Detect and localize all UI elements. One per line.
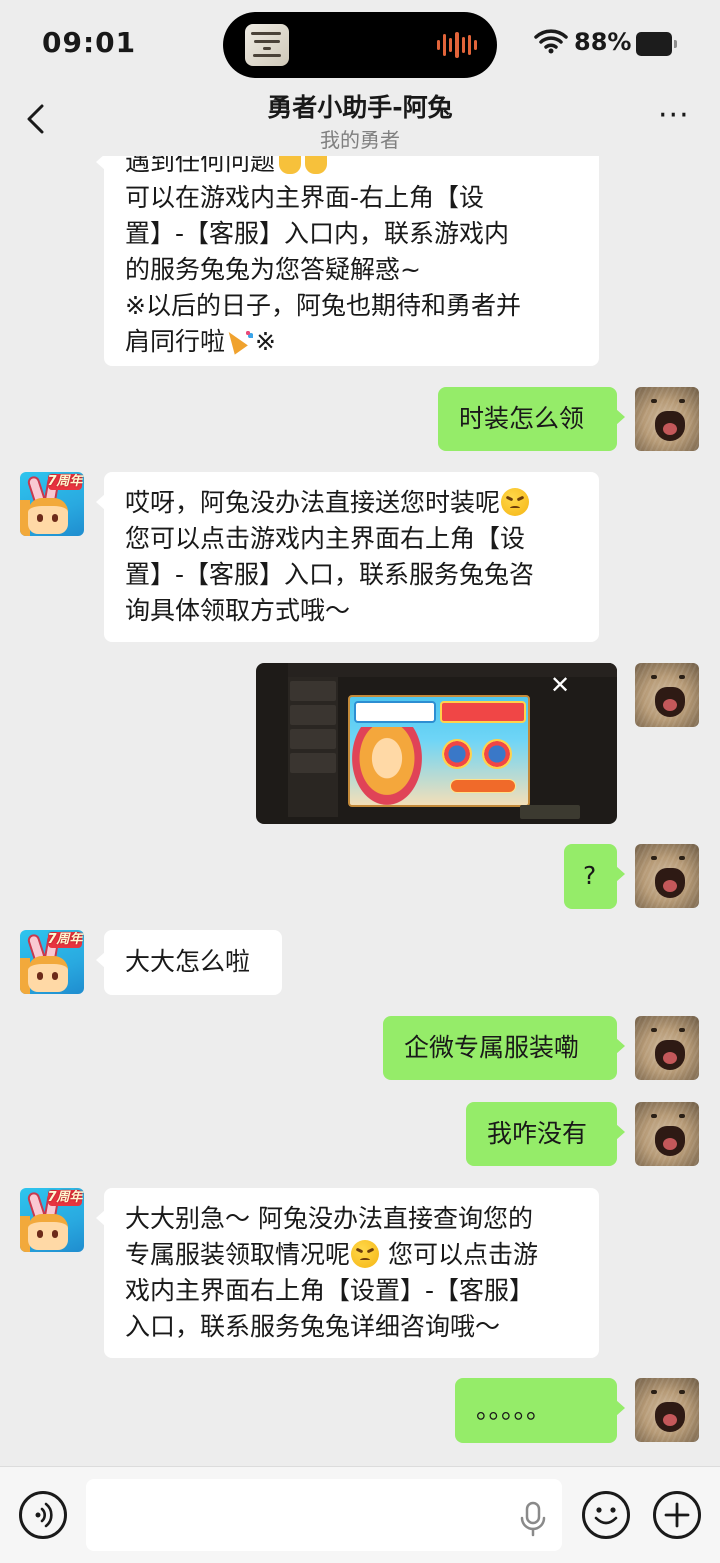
- status-time: 09:01: [42, 26, 137, 59]
- user-avatar[interactable]: [635, 387, 699, 451]
- message-text: 的服务兔兔为您答疑解惑~: [125, 255, 421, 284]
- anniversary-badge: 7周年: [47, 474, 83, 489]
- status-bar: 09:01 88%: [0, 0, 720, 88]
- user-avatar[interactable]: [635, 844, 699, 908]
- voice-input-button[interactable]: [19, 1491, 67, 1539]
- message-text: 戏内主界面右上角【设置】-【客服】: [125, 1276, 535, 1305]
- message-text: 肩同行啦 ※: [125, 326, 276, 356]
- message-text: 置】-【客服】入口，联系服务兔兔咨: [125, 560, 535, 589]
- message-text: 入口，联系服务兔兔详细咨询哦～: [125, 1312, 501, 1341]
- bot-avatar[interactable]: 7周年: [20, 930, 84, 994]
- hand-emoji-icon: [305, 156, 328, 174]
- message-text: 询具体领取方式哦～: [125, 596, 351, 625]
- now-playing-artwork-icon: [245, 24, 289, 66]
- message-bubble-user[interactable]: 企微专属服装嘞: [383, 1016, 625, 1080]
- anniversary-badge: 7周年: [47, 1190, 83, 1205]
- voice-icon: [35, 1502, 53, 1528]
- user-avatar[interactable]: [635, 1378, 699, 1442]
- battery-icon: [636, 32, 677, 56]
- wifi-icon: [534, 29, 568, 54]
- game-screenshot-icon: [348, 695, 530, 807]
- user-avatar[interactable]: [635, 1016, 699, 1080]
- message-bubble-user[interactable]: 我咋没有: [466, 1102, 625, 1166]
- message-text: 企微专属服装嘞: [404, 1033, 580, 1062]
- message-input[interactable]: [86, 1479, 562, 1551]
- emoji-button[interactable]: [582, 1491, 630, 1539]
- frustrated-face-emoji-icon: [351, 1240, 380, 1268]
- hand-emoji-icon: [279, 156, 302, 174]
- battery-percentage: 88%: [574, 28, 632, 56]
- message-text: 置】-【客服】入口内，联系游戏内: [125, 219, 510, 248]
- image-message[interactable]: ✕: [256, 663, 617, 824]
- anniversary-badge: 7周年: [47, 932, 83, 947]
- more-functions-button[interactable]: [653, 1491, 701, 1539]
- message-bubble-bot[interactable]: 大大别急～ 阿兔没办法直接查询您的 专属服装领取情况呢 您可以点击游 戏内主界面…: [96, 1188, 599, 1358]
- message-bubble-bot[interactable]: 遇到任何问题 可以在游戏内主界面-右上角【设 置】-【客服】入口内，联系游戏内 …: [96, 156, 599, 366]
- message-text: ※以后的日子，阿兔也期待和勇者并: [125, 291, 521, 320]
- message-text: 大大怎么啦: [125, 947, 251, 976]
- message-text: 哎呀，阿兔没办法直接送您时装呢: [125, 485, 578, 521]
- message-text: 大大别急～ 阿兔没办法直接查询您的: [125, 1204, 533, 1233]
- user-avatar[interactable]: [635, 663, 699, 727]
- message-text: 遇到任何问题: [125, 156, 578, 180]
- message-bubble-user[interactable]: ?: [564, 844, 625, 909]
- close-icon: ✕: [550, 671, 571, 699]
- input-bar: [0, 1466, 720, 1563]
- message-bubble-user[interactable]: 。。。。。: [455, 1378, 625, 1443]
- audio-wave-icon: [437, 32, 477, 58]
- message-text: ?: [583, 861, 597, 890]
- party-popper-emoji-icon: [225, 326, 255, 354]
- message-text: 。。。。。: [476, 1395, 552, 1424]
- user-avatar[interactable]: [635, 1102, 699, 1166]
- message-text: 我咋没有: [487, 1119, 588, 1148]
- chat-title: 勇者小助手-阿兔: [267, 93, 453, 122]
- chat-header: 勇者小助手-阿兔 我的勇者 ···: [0, 88, 720, 156]
- message-bubble-bot[interactable]: 大大怎么啦: [96, 930, 282, 995]
- message-text: 时装怎么领: [459, 404, 585, 433]
- message-bubble-bot[interactable]: 哎呀，阿兔没办法直接送您时装呢 您可以点击游戏内主界面右上角【设 置】-【客服】…: [96, 472, 599, 642]
- bot-avatar[interactable]: 7周年: [20, 1188, 84, 1252]
- bot-avatar[interactable]: 7周年: [20, 472, 84, 536]
- message-text: 专属服装领取情况呢 您可以点击游: [125, 1240, 538, 1269]
- smiley-icon: [594, 1507, 618, 1525]
- dynamic-island[interactable]: [223, 12, 497, 78]
- microphone-icon[interactable]: [518, 1501, 548, 1537]
- message-list[interactable]: 遇到任何问题 可以在游戏内主界面-右上角【设 置】-【客服】入口内，联系游戏内 …: [0, 156, 720, 1466]
- frustrated-face-emoji-icon: [501, 488, 530, 516]
- message-text: 您可以点击游戏内主界面右上角【设: [125, 524, 526, 553]
- message-bubble-user[interactable]: 时装怎么领: [438, 387, 625, 451]
- more-options-icon[interactable]: ···: [658, 101, 690, 131]
- message-text: 可以在游戏内主界面-右上角【设: [125, 183, 485, 212]
- plus-icon: [664, 1502, 690, 1528]
- chat-subtitle: 我的勇者: [320, 128, 400, 152]
